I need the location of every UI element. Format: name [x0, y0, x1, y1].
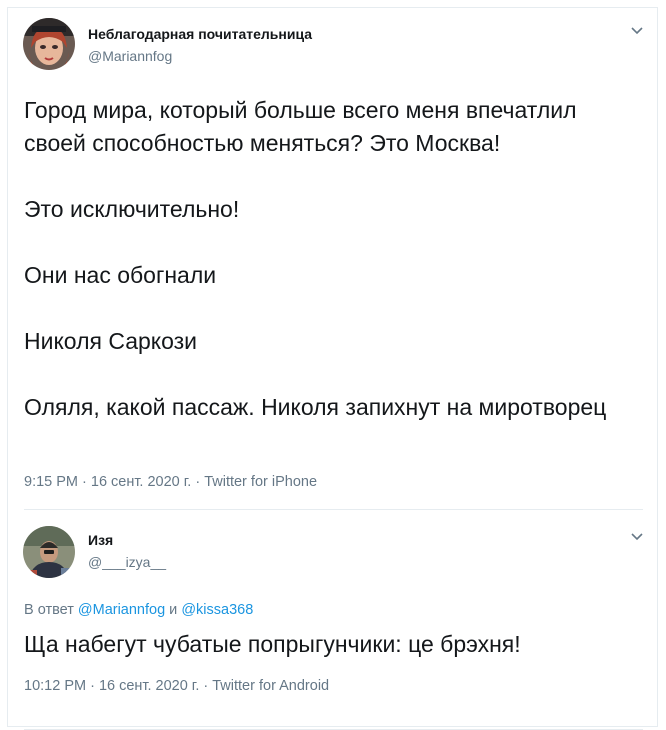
tweet-paragraph: Город мира, который больше всего меня вп… [24, 97, 583, 156]
tweet-paragraph: Это исключительно! [24, 196, 240, 222]
author-handle[interactable]: @Mariannfog [88, 48, 172, 64]
tweet-thread: Неблагодарная почитательница @Mariannfog… [7, 7, 659, 730]
source-label[interactable]: Twitter for iPhone [204, 474, 317, 490]
chevron-down-icon[interactable] [629, 22, 645, 38]
avatar[interactable] [23, 18, 75, 70]
reply-and: и [165, 602, 182, 618]
tweet-paragraph: Они нас обогнали [24, 262, 217, 288]
tweet: Изя @___izya__ В ответ @Mariannfog и @ki… [8, 510, 659, 730]
reply-context: В ответ @Mariannfog и @kissa368 [24, 602, 253, 618]
chevron-down-icon[interactable] [629, 528, 645, 544]
avatar[interactable] [23, 526, 75, 578]
timestamp[interactable]: 9:15 PM · 16 сент. 2020 г. · [24, 474, 204, 490]
avatar-image [23, 18, 75, 70]
source-label[interactable]: Twitter for Android [212, 678, 329, 694]
timestamp[interactable]: 10:12 PM · 16 сент. 2020 г. · [24, 678, 212, 694]
tweet-paragraph: Оляля, какой пассаж. Николя запихнут на … [24, 394, 607, 420]
reply-user-link[interactable]: @Mariannfog [78, 602, 165, 618]
tweet-paragraph: Николя Саркози [24, 328, 198, 354]
tweet: Неблагодарная почитательница @Mariannfog… [8, 8, 659, 510]
tweet-meta: 9:15 PM · 16 сент. 2020 г. · Twitter for… [24, 474, 317, 490]
tweet-text: Город мира, который больше всего меня вп… [24, 94, 644, 424]
avatar-image [23, 526, 75, 578]
author-name[interactable]: Изя [88, 532, 113, 548]
tweet-meta: 10:12 PM · 16 сент. 2020 г. · Twitter fo… [24, 678, 329, 694]
reply-prefix: В ответ [24, 602, 78, 618]
reply-user-link[interactable]: @kissa368 [181, 602, 253, 618]
author-name[interactable]: Неблагодарная почитательница [88, 26, 312, 42]
tweet-text: Ща набегут чубатые попрыгунчики: це брэх… [24, 631, 521, 657]
author-handle[interactable]: @___izya__ [88, 554, 166, 570]
